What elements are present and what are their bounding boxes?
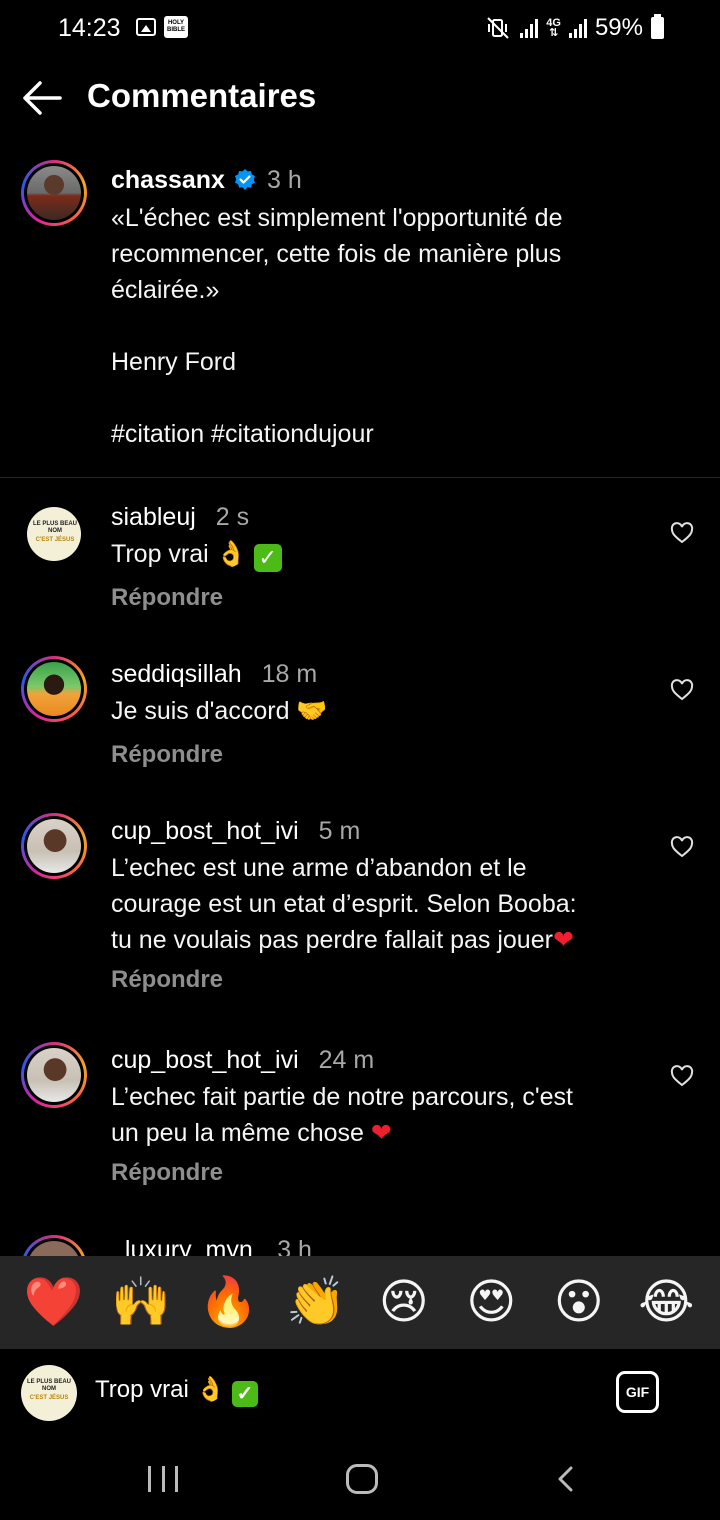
reply-button[interactable]: Répondre [111, 1159, 671, 1187]
avatar [27, 1241, 81, 1256]
avatar [27, 819, 81, 873]
comment-line: tu ne voulais pas perdre fallait pas jou… [111, 926, 553, 954]
comment-text: L’echec est une arme d’abandon et le cou… [111, 850, 671, 958]
comment-input[interactable]: Trop vrai 👌 ✓ [95, 1375, 575, 1411]
check-mark-emoji: ✓ [253, 544, 282, 572]
comment-username[interactable]: seddiqsillah [111, 660, 242, 689]
comment-text: Trop vrai 👌 ✓ [111, 536, 651, 572]
battery-percent: 59% [594, 14, 643, 41]
emoji-heart-eyes-button[interactable]: 😍 [461, 1272, 521, 1332]
reply-button[interactable]: Répondre [111, 966, 671, 994]
red-heart-emoji: ❤ [370, 1118, 392, 1147]
status-time: 14:23 [58, 14, 121, 42]
comment-item: cup_bost_hot_ivi 5 m L’echec est une arm… [0, 812, 720, 1012]
comment-time: 2 s [215, 502, 250, 531]
caption-author: Henry Ford [111, 348, 237, 376]
like-heart-icon[interactable] [670, 1065, 694, 1087]
post-username[interactable]: chassanx [111, 166, 225, 195]
emoji-sad-button[interactable]: 😢 [374, 1272, 434, 1332]
bible-notification-icon: HOLY BIBLE [164, 16, 188, 38]
comment-input-bar: LE PLUS BEAU NOM C'EST JÉSUS Trop vrai 👌… [0, 1348, 720, 1436]
like-heart-icon[interactable] [670, 836, 694, 858]
comment-username[interactable]: _luxury_myn [111, 1236, 253, 1256]
caption-line: «L'échec est simplement l'opportunité de [111, 204, 563, 232]
gallery-notification-icon [136, 18, 156, 36]
comment-line: courage est un etat d’esprit. Selon Boob… [111, 890, 577, 918]
red-heart-emoji: ❤ [552, 925, 574, 954]
like-heart-icon[interactable] [670, 679, 694, 701]
comment-item: cup_bost_hot_ivi 24 m L’echec fait parti… [0, 1041, 720, 1211]
comment-line: un peu la même chose [111, 1119, 364, 1147]
emoji-clap-button[interactable]: 👏 [286, 1272, 346, 1332]
avatar-ring[interactable] [21, 1235, 87, 1256]
page-title: Commentaires [87, 77, 317, 114]
nav-back-icon[interactable] [556, 1466, 574, 1492]
comment-item: seddiqsillah 18 m Je suis d'accord 🤝 Rép… [0, 655, 720, 785]
comment-time: 3 h [277, 1236, 312, 1256]
signal-icon-2 [568, 18, 587, 38]
post-time: 3 h [266, 165, 302, 194]
comment-text: L’echec fait partie de notre parcours, c… [111, 1079, 671, 1151]
emoji-raised-hands-button[interactable]: 🙌 [111, 1272, 171, 1332]
system-nav-bar [0, 1436, 720, 1520]
reply-button[interactable]: Répondre [111, 741, 651, 769]
comment-item: LE PLUS BEAU NOM C'EST JÉSUS siableuj 2 … [0, 498, 720, 628]
mute-vibrate-icon [487, 17, 509, 39]
comment-item: _luxury_myn 3 h [0, 1234, 720, 1256]
check-mark-emoji: ✓ [232, 1381, 259, 1407]
comment-line: L’echec fait partie de notre parcours, c… [111, 1083, 573, 1111]
avatar-ring[interactable] [21, 656, 87, 722]
avatar-ring[interactable] [21, 160, 87, 226]
comment-username[interactable]: siableuj [111, 503, 196, 532]
avatar [27, 1048, 81, 1102]
emoji-surprised-button[interactable]: 😮 [549, 1272, 609, 1332]
my-avatar: LE PLUS BEAU NOM C'EST JÉSUS [21, 1365, 77, 1421]
comment-text: Je suis d'accord 🤝 [111, 697, 328, 725]
quick-emoji-bar: ❤️ 🙌 🔥 👏 😢 😍 😮 😂 [0, 1256, 720, 1348]
home-icon[interactable] [346, 1464, 378, 1494]
network-type-icon: 4G ⇅ [546, 17, 561, 39]
comment-text-content: Trop vrai 👌 [111, 540, 247, 568]
avatar-ring[interactable]: LE PLUS BEAU NOM C'EST JÉSUS [21, 501, 87, 567]
caption-line: recommencer, cette fois de manière plus [111, 240, 562, 268]
emoji-heart-button[interactable]: ❤️ [24, 1272, 84, 1332]
emoji-fire-button[interactable]: 🔥 [199, 1272, 259, 1332]
reply-button[interactable]: Répondre [111, 584, 651, 612]
avatar-ring[interactable] [21, 1042, 87, 1108]
avatar: LE PLUS BEAU NOM C'EST JÉSUS [27, 507, 81, 561]
post-caption: chassanx 3 h «L'échec est simplement l'o… [0, 156, 720, 478]
caption-line: éclairée.» [111, 276, 220, 304]
comment-username[interactable]: cup_bost_hot_ivi [111, 817, 299, 846]
status-indicators: 4G ⇅ 59% [486, 14, 664, 42]
avatar [27, 166, 81, 220]
comment-username[interactable]: cup_bost_hot_ivi [111, 1046, 299, 1075]
caption-hashtags[interactable]: #citation #citationdujour [111, 416, 691, 452]
avatar-ring[interactable] [21, 813, 87, 879]
verified-badge-icon [234, 169, 255, 190]
recent-apps-icon[interactable] [148, 1466, 178, 1492]
like-heart-icon[interactable] [670, 522, 694, 544]
gif-button[interactable]: GIF [616, 1371, 659, 1413]
signal-icon [520, 18, 539, 38]
header: Commentaires [0, 60, 720, 136]
comment-time: 18 m [261, 659, 318, 688]
post-caption-text: «L'échec est simplement l'opportunité de… [111, 200, 691, 452]
avatar [27, 662, 81, 716]
divider [0, 477, 720, 478]
back-arrow-icon[interactable] [20, 78, 64, 118]
emoji-laughing-button[interactable]: 😂 [636, 1272, 696, 1332]
battery-icon [651, 14, 664, 39]
comment-time: 24 m [318, 1045, 375, 1074]
status-bar: 14:23 HOLY BIBLE 4G ⇅ 59% [0, 0, 720, 58]
comment-time: 5 m [318, 816, 361, 845]
comment-line: L’echec est une arme d’abandon et le [111, 854, 527, 882]
